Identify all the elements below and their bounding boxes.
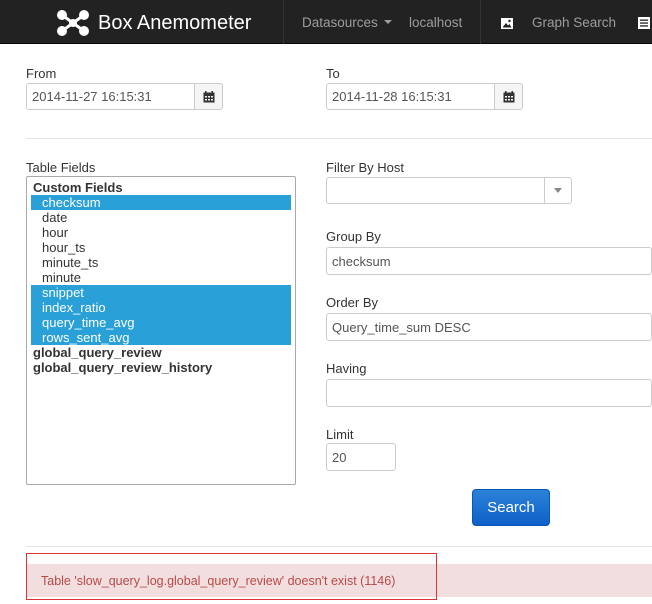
calendar-icon bbox=[203, 90, 214, 102]
search-button[interactable]: Search bbox=[472, 489, 550, 526]
list-icon bbox=[638, 17, 650, 30]
field-option[interactable]: hour_ts bbox=[31, 240, 291, 255]
graph-search-link[interactable]: Graph Search bbox=[501, 0, 616, 44]
to-date-input[interactable] bbox=[326, 83, 495, 110]
section-divider bbox=[26, 138, 652, 139]
group-by-label: Group By bbox=[326, 229, 381, 244]
nav-divider bbox=[480, 0, 481, 44]
having-input[interactable] bbox=[326, 379, 652, 407]
error-message: Table 'slow_query_log.global_query_revie… bbox=[41, 574, 396, 588]
graph-search-label: Graph Search bbox=[532, 15, 617, 30]
datasources-menu[interactable]: Datasources bbox=[302, 0, 392, 44]
host-label: localhost bbox=[409, 15, 463, 30]
top-navbar: Box Anemometer Datasources localhost Gra… bbox=[0, 0, 652, 44]
order-by-input[interactable] bbox=[326, 313, 652, 341]
field-option[interactable]: date bbox=[31, 210, 291, 225]
hub-logo-icon bbox=[57, 10, 89, 36]
to-calendar-button[interactable] bbox=[495, 83, 523, 110]
datasources-label: Datasources bbox=[302, 15, 378, 30]
from-date-input[interactable] bbox=[26, 83, 195, 110]
section-divider bbox=[26, 546, 652, 547]
group-by-input[interactable] bbox=[326, 247, 652, 275]
calendar-icon bbox=[503, 90, 514, 102]
list-view-link[interactable] bbox=[638, 0, 650, 44]
nav-divider bbox=[283, 0, 284, 44]
limit-input[interactable] bbox=[326, 443, 396, 471]
chevron-down-icon bbox=[383, 20, 392, 25]
host-link[interactable]: localhost bbox=[409, 0, 462, 44]
field-option[interactable]: snippet bbox=[31, 285, 291, 300]
having-label: Having bbox=[326, 361, 367, 376]
chevron-down-icon bbox=[554, 188, 562, 193]
field-option[interactable]: checksum bbox=[31, 195, 291, 210]
limit-label: Limit bbox=[326, 427, 354, 442]
field-option[interactable]: query_time_avg bbox=[31, 315, 291, 330]
field-option[interactable]: index_ratio bbox=[31, 300, 291, 315]
optgroup-label: global_query_review bbox=[33, 345, 162, 360]
brand-link[interactable]: Box Anemometer bbox=[56, 9, 251, 37]
filter-by-host-label: Filter By Host bbox=[326, 160, 405, 175]
table-fields-listbox[interactable]: Custom Fields checksum date hour hour_ts minu… bbox=[26, 176, 296, 485]
to-label: To bbox=[326, 66, 340, 81]
table-fields-label: Table Fields bbox=[26, 160, 96, 175]
field-option[interactable]: hour bbox=[31, 225, 291, 240]
filter-by-host-select[interactable] bbox=[326, 177, 572, 204]
field-option[interactable]: rows_sent_avg bbox=[31, 330, 291, 345]
field-option[interactable]: minute_ts bbox=[31, 255, 291, 270]
picture-icon bbox=[501, 17, 513, 29]
from-calendar-button[interactable] bbox=[195, 83, 223, 110]
optgroup-label: global_query_review_history bbox=[33, 360, 213, 375]
select-toggle[interactable] bbox=[544, 178, 571, 203]
brand-title: Box Anemometer bbox=[98, 11, 252, 34]
order-by-label: Order By bbox=[326, 295, 379, 310]
optgroup-label: Custom Fields bbox=[33, 180, 123, 195]
field-option[interactable]: minute bbox=[31, 270, 291, 285]
from-label: From bbox=[26, 66, 57, 81]
